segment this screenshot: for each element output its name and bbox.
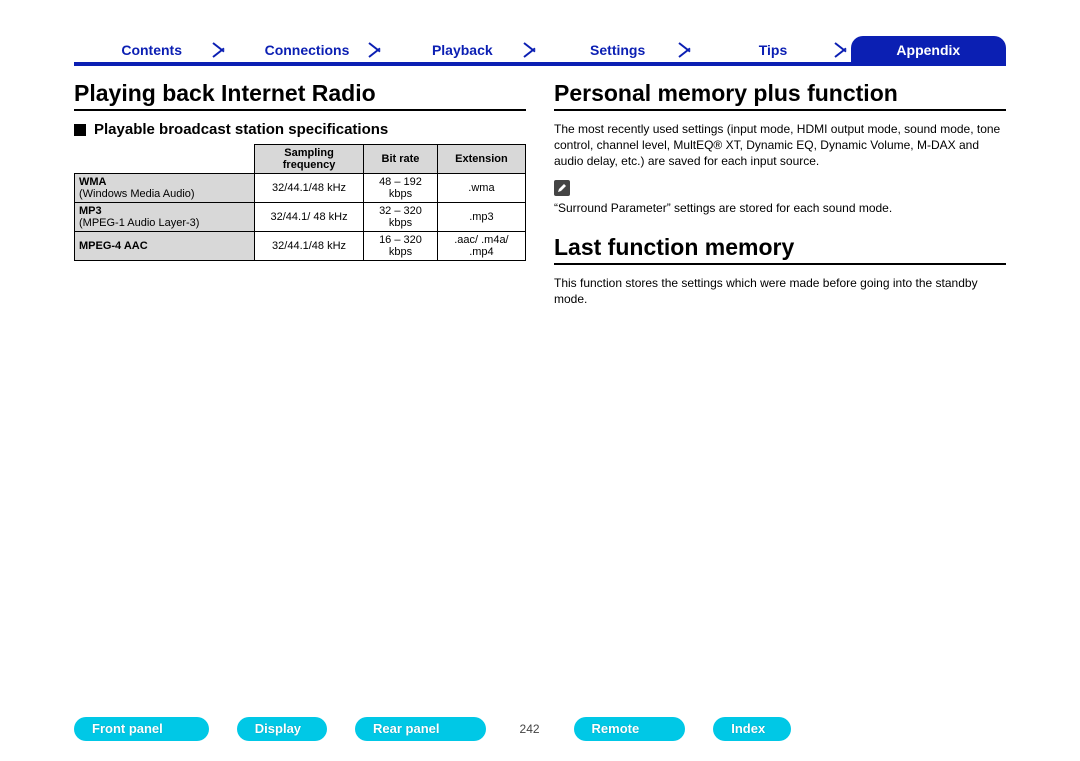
table-row: MPEG-4 AAC 32/44.1/48 kHz 16 – 320 kbps … <box>75 232 526 261</box>
cell: 32 – 320 kbps <box>364 203 438 232</box>
button-label: Display <box>255 721 301 736</box>
right-column: Personal memory plus function The most r… <box>554 80 1006 681</box>
cell: 32/44.1/48 kHz <box>255 232 364 261</box>
button-label: Index <box>731 721 765 736</box>
tab-label: Tips <box>759 42 788 58</box>
section-title: Last function memory <box>554 234 1006 265</box>
tab-label: Contents <box>121 42 182 58</box>
cell: .wma <box>437 174 525 203</box>
table-header-empty <box>75 145 255 174</box>
cell: 16 – 320 kbps <box>364 232 438 261</box>
button-label: Rear panel <box>373 721 439 736</box>
cell: 32/44.1/48 kHz <box>255 174 364 203</box>
top-nav: Contents Connections Playback Settings T… <box>74 38 1006 64</box>
left-column: Playing back Internet Radio Playable bro… <box>74 80 526 681</box>
body-text: This function stores the settings which … <box>554 275 1006 307</box>
main-columns: Playing back Internet Radio Playable bro… <box>74 80 1006 681</box>
cell: .aac/ .m4a/ .mp4 <box>437 232 525 261</box>
format-cell: MP3(MPEG-1 Audio Layer-3) <box>75 203 255 232</box>
index-button[interactable]: Index <box>713 717 791 741</box>
table-row: MP3(MPEG-1 Audio Layer-3) 32/44.1/ 48 kH… <box>75 203 526 232</box>
display-button[interactable]: Display <box>237 717 327 741</box>
table-header: Extension <box>437 145 525 174</box>
spec-table: Sampling frequency Bit rate Extension WM… <box>74 144 526 261</box>
tab-tips[interactable]: Tips <box>695 38 850 64</box>
subsection-heading: Playable broadcast station specification… <box>74 121 526 138</box>
tab-label: Appendix <box>896 42 960 58</box>
bottom-nav: Front panel Display Rear panel 242 Remot… <box>74 715 1006 743</box>
table-row: WMA(Windows Media Audio) 32/44.1/48 kHz … <box>75 174 526 203</box>
cell: 32/44.1/ 48 kHz <box>255 203 364 232</box>
button-label: Remote <box>592 721 640 736</box>
section-title: Personal memory plus function <box>554 80 1006 111</box>
square-bullet-icon <box>74 124 86 136</box>
nav-underline <box>74 62 1006 66</box>
remote-button[interactable]: Remote <box>574 717 686 741</box>
cell: .mp3 <box>437 203 525 232</box>
note-text: “Surround Parameter” settings are stored… <box>554 200 1006 216</box>
tab-label: Connections <box>265 42 350 58</box>
tab-connections[interactable]: Connections <box>229 38 384 64</box>
tab-contents[interactable]: Contents <box>74 38 229 64</box>
button-label: Front panel <box>92 721 163 736</box>
cell: 48 – 192 kbps <box>364 174 438 203</box>
tab-settings[interactable]: Settings <box>540 38 695 64</box>
body-text: The most recently used settings (input m… <box>554 121 1006 170</box>
format-cell: WMA(Windows Media Audio) <box>75 174 255 203</box>
front-panel-button[interactable]: Front panel <box>74 717 209 741</box>
page-number: 242 <box>514 722 546 736</box>
tab-label: Settings <box>590 42 645 58</box>
pencil-note-icon <box>554 180 570 196</box>
tab-label: Playback <box>432 42 493 58</box>
tab-appendix[interactable]: Appendix <box>851 38 1006 64</box>
section-title: Playing back Internet Radio <box>74 80 526 111</box>
subsection-label: Playable broadcast station specification… <box>94 121 388 138</box>
table-header: Sampling frequency <box>255 145 364 174</box>
table-header: Bit rate <box>364 145 438 174</box>
rear-panel-button[interactable]: Rear panel <box>355 717 485 741</box>
format-cell: MPEG-4 AAC <box>75 232 255 261</box>
tab-playback[interactable]: Playback <box>385 38 540 64</box>
